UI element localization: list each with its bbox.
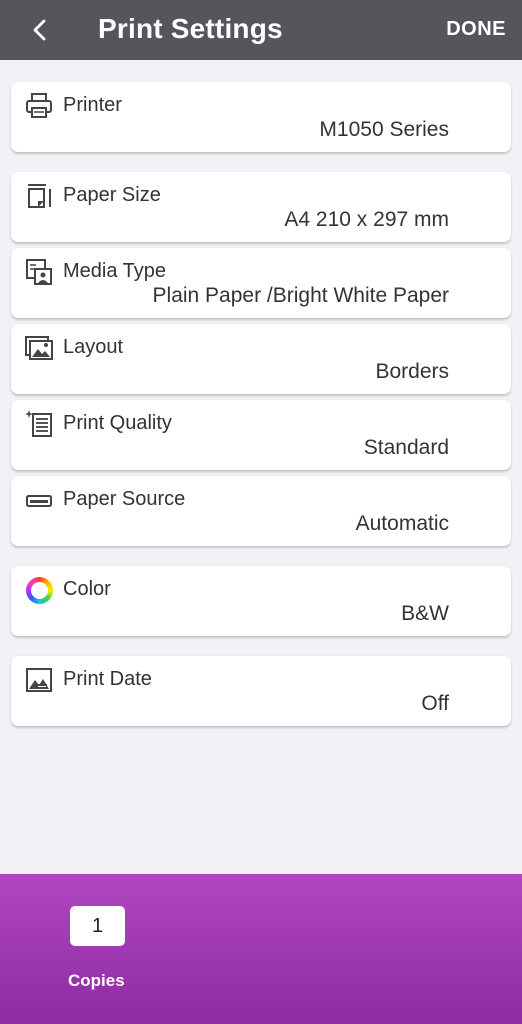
media-type-icon: [23, 256, 55, 288]
chevron-left-icon: [33, 19, 46, 41]
back-button[interactable]: [22, 12, 58, 48]
print-date-icon: [23, 664, 55, 696]
page-title: Print Settings: [98, 13, 283, 44]
paper-source-icon: [23, 484, 55, 516]
printer-value: M1050 Series: [319, 118, 449, 141]
paper-size-setting[interactable]: Paper Size A4 210 x 297 mm: [11, 172, 511, 242]
layout-setting[interactable]: Layout Borders: [11, 324, 511, 394]
color-label: Color: [63, 578, 111, 600]
paper-source-value: Automatic: [355, 512, 449, 535]
printer-setting[interactable]: Printer M1050 Series: [11, 82, 511, 152]
print-settings-screen: Print Settings DONE Printer M1050 Series…: [0, 0, 522, 1024]
header-bar: Print Settings DONE: [0, 0, 522, 60]
paper-size-value: A4 210 x 297 mm: [284, 208, 449, 231]
copies-panel: 1 Copies: [0, 874, 522, 1024]
layout-value: Borders: [375, 360, 449, 383]
print-quality-label: Print Quality: [63, 412, 172, 434]
print-date-label: Print Date: [63, 668, 152, 690]
color-value: B&W: [401, 602, 449, 625]
layout-label: Layout: [63, 336, 124, 358]
paper-size-label: Paper Size: [63, 184, 161, 206]
paper-source-setting[interactable]: Paper Source Automatic: [11, 476, 511, 546]
printer-icon: [23, 90, 55, 122]
media-type-setting[interactable]: Media Type Plain Paper /Bright White Pap…: [11, 248, 511, 318]
layout-icon: [23, 332, 55, 364]
print-quality-icon: [23, 408, 55, 440]
print-quality-setting[interactable]: Print Quality Standard: [11, 400, 511, 470]
color-setting[interactable]: Color B&W: [11, 566, 511, 636]
copies-label: Copies: [68, 971, 125, 990]
paper-source-label: Paper Source: [63, 488, 186, 510]
media-type-value: Plain Paper /Bright White Paper: [152, 284, 449, 307]
done-button[interactable]: DONE: [446, 18, 506, 41]
printer-label: Printer: [63, 94, 122, 116]
print-date-value: Off: [421, 692, 449, 715]
copies-input[interactable]: 1: [70, 906, 125, 946]
print-quality-value: Standard: [363, 436, 449, 459]
paper-size-icon: [23, 180, 55, 212]
print-date-setting[interactable]: Print Date Off: [11, 656, 511, 726]
media-type-label: Media Type: [63, 260, 167, 282]
color-wheel-icon: [23, 574, 55, 606]
